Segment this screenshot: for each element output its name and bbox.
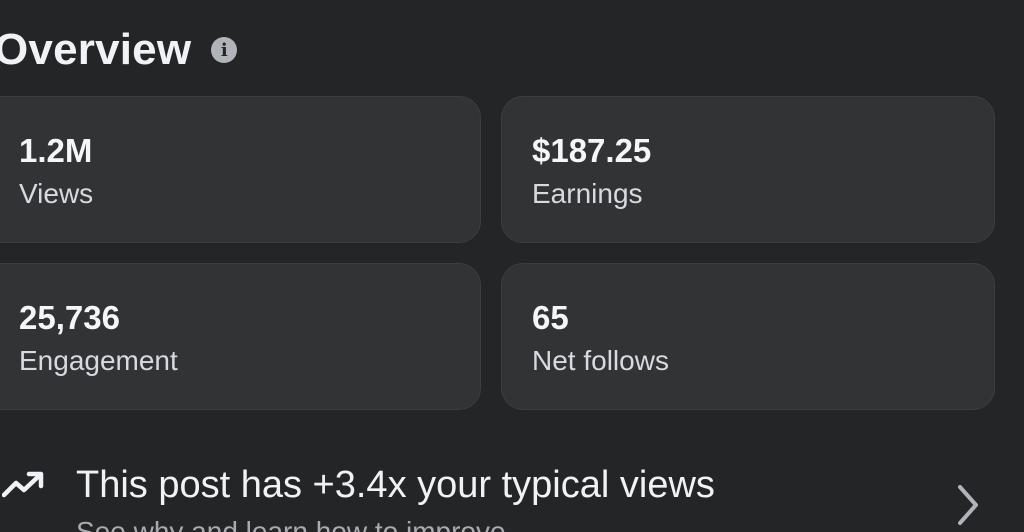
metric-label: Earnings	[532, 178, 643, 209]
metric-label: Views	[19, 178, 94, 209]
insight-row[interactable]: This post has +3.4x your typical views S…	[0, 455, 1024, 532]
metric-value: 25,736	[19, 299, 120, 336]
page-title: Overview	[0, 25, 192, 74]
metric-value: $187.25	[532, 132, 652, 169]
overview-screen: Overview i 1.2M Views $187.25 Earnings 2…	[0, 0, 1024, 532]
info-icon[interactable]: i	[211, 37, 238, 63]
overview-header: Overview i	[0, 25, 238, 74]
chevron-right-icon[interactable]	[950, 481, 986, 529]
metric-card-earnings[interactable]: $187.25 Earnings	[501, 96, 995, 243]
metric-label: Engagement	[19, 345, 178, 376]
insight-subtitle: See why and learn how to improve	[76, 516, 506, 532]
metric-value: 1.2M	[19, 132, 93, 169]
metric-label: Net follows	[532, 345, 669, 376]
metric-card-engagement[interactable]: 25,736 Engagement	[0, 263, 481, 410]
metric-value: 65	[532, 299, 569, 336]
trending-up-icon	[2, 471, 44, 498]
insight-title: This post has +3.4x your typical views	[76, 464, 715, 506]
metric-card-views[interactable]: 1.2M Views	[0, 96, 481, 243]
metric-card-net-follows[interactable]: 65 Net follows	[501, 263, 995, 410]
